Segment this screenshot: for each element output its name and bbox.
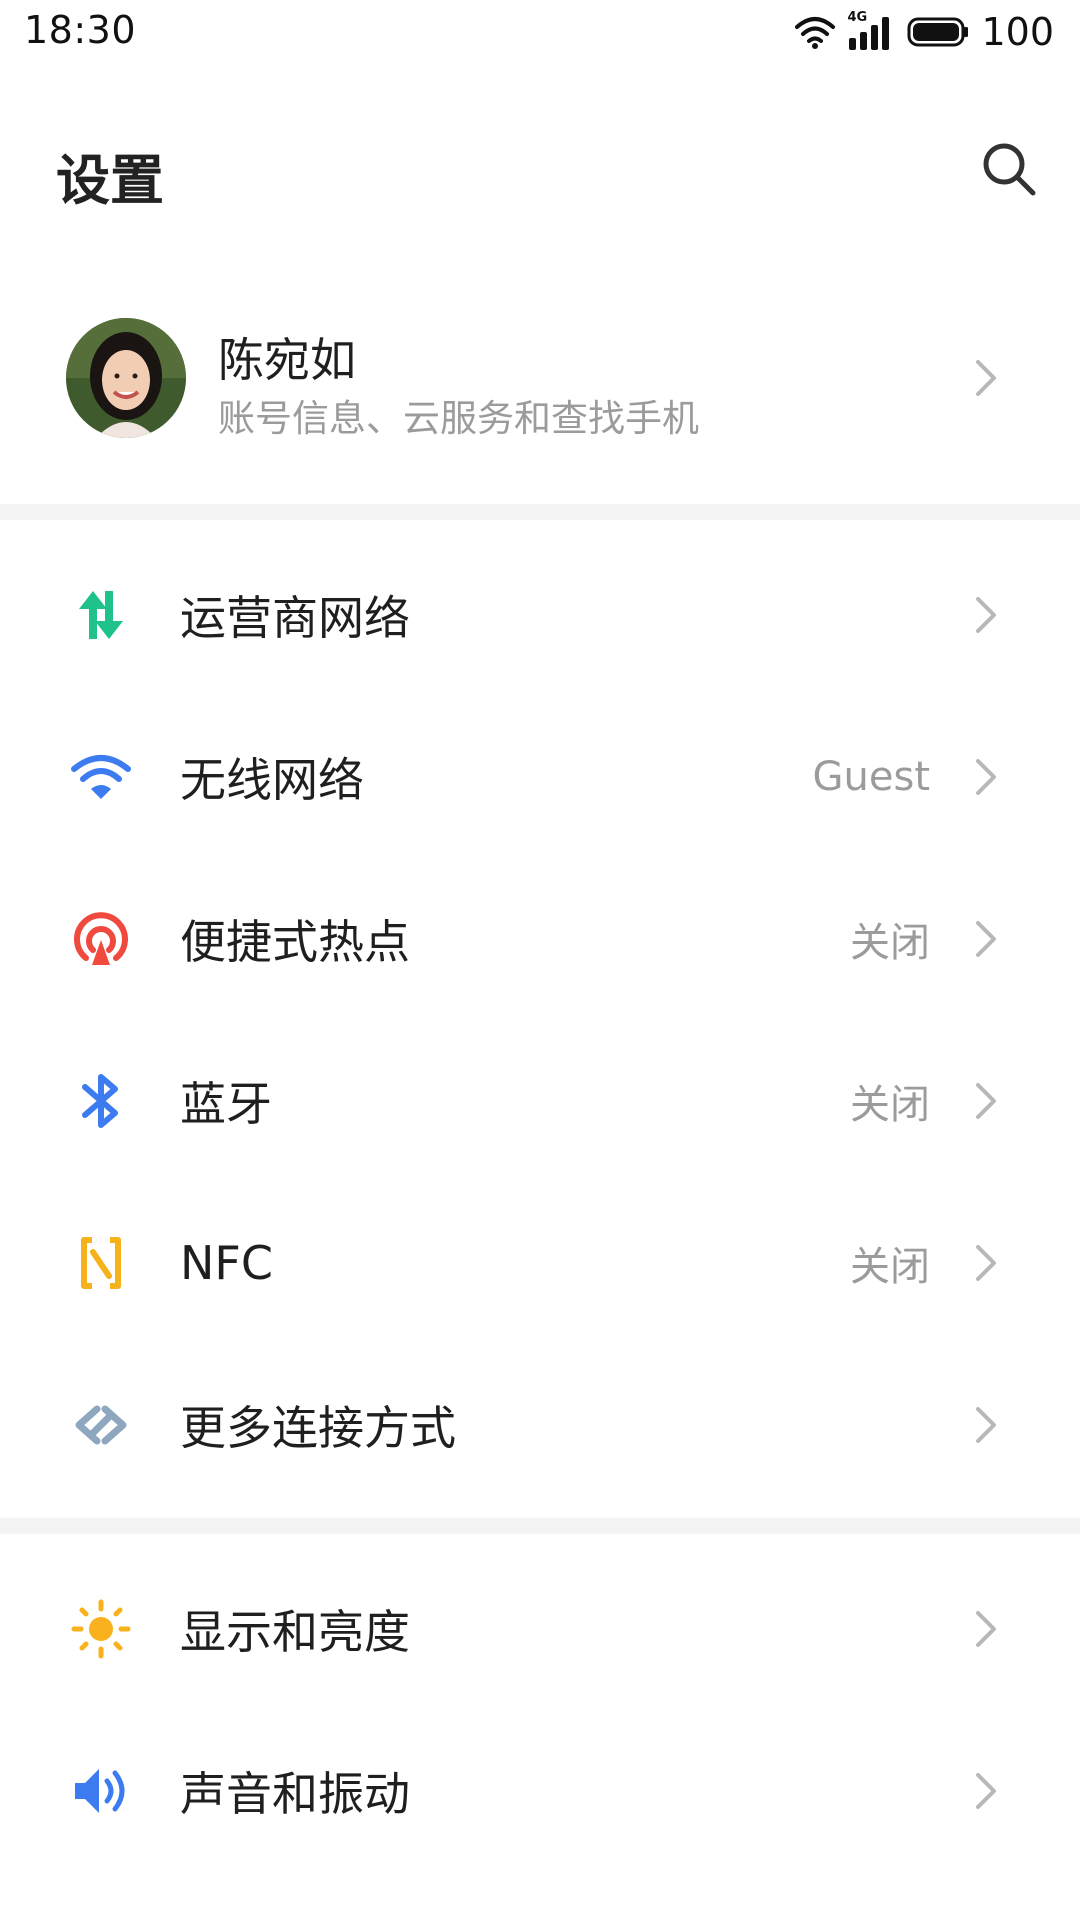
nfc-icon (70, 1232, 132, 1294)
wifi-icon (70, 746, 132, 808)
hotspot-icon (70, 908, 132, 970)
account-name: 陈宛如 (218, 333, 356, 387)
wifi-status-icon (795, 15, 836, 49)
chevron-right-icon (972, 917, 1000, 961)
chevron-right-icon (972, 356, 1000, 400)
chevron-right-icon (972, 1079, 1000, 1123)
status-time: 18:30 (24, 8, 137, 52)
page-title: 设置 (56, 149, 164, 212)
settings-item-carrier-network[interactable]: 运营商网络 (0, 534, 1080, 696)
battery-level: 100 (981, 10, 1054, 54)
bluetooth-icon (70, 1070, 132, 1132)
settings-item-label: NFC (180, 1236, 273, 1290)
link-icon (70, 1394, 132, 1456)
status-bar: 18:30 4G 100 (0, 0, 1080, 64)
settings-item-value: 关闭 (850, 1244, 930, 1290)
settings-item-label: 声音和振动 (180, 1767, 410, 1821)
chevron-right-icon (972, 755, 1000, 799)
speaker-icon (70, 1760, 132, 1822)
settings-item-hotspot[interactable]: 便捷式热点 关闭 (0, 858, 1080, 1020)
battery-icon (907, 17, 969, 47)
account-subtitle: 账号信息、云服务和查找手机 (218, 397, 699, 440)
settings-item-value: 关闭 (850, 1082, 930, 1128)
settings-item-label: 运营商网络 (180, 591, 410, 645)
settings-item-display[interactable]: 显示和亮度 (0, 1548, 1080, 1710)
settings-item-wifi[interactable]: 无线网络 Guest (0, 696, 1080, 858)
avatar (66, 318, 186, 438)
section-divider (0, 504, 1080, 520)
chevron-right-icon (972, 1607, 1000, 1651)
account-entry[interactable]: 陈宛如 账号信息、云服务和查找手机 (0, 300, 1080, 500)
status-icons: 4G 100 (795, 10, 1054, 54)
chevron-right-icon (972, 1403, 1000, 1447)
search-button[interactable] (974, 134, 1044, 204)
settings-item-label: 更多连接方式 (180, 1401, 456, 1455)
chevron-right-icon (972, 1769, 1000, 1813)
transfer-arrows-icon (70, 584, 132, 646)
chevron-right-icon (972, 593, 1000, 637)
settings-item-value: 关闭 (850, 920, 930, 966)
chevron-right-icon (972, 1241, 1000, 1285)
page-header: 设置 (0, 64, 1080, 274)
section-divider (0, 1518, 1080, 1534)
settings-item-nfc[interactable]: NFC 关闭 (0, 1182, 1080, 1344)
settings-item-bluetooth[interactable]: 蓝牙 关闭 (0, 1020, 1080, 1182)
settings-item-label: 无线网络 (180, 753, 364, 807)
settings-item-label: 显示和亮度 (180, 1605, 410, 1659)
search-icon (983, 143, 1036, 196)
settings-item-label: 便捷式热点 (180, 915, 410, 969)
settings-item-label: 蓝牙 (180, 1077, 272, 1131)
settings-item-sound[interactable]: 声音和振动 (0, 1710, 1080, 1872)
sun-icon (70, 1598, 132, 1660)
cellular-signal-icon: 4G (847, 10, 895, 52)
settings-item-more-connections[interactable]: 更多连接方式 (0, 1344, 1080, 1506)
settings-item-value: Guest (812, 754, 930, 800)
